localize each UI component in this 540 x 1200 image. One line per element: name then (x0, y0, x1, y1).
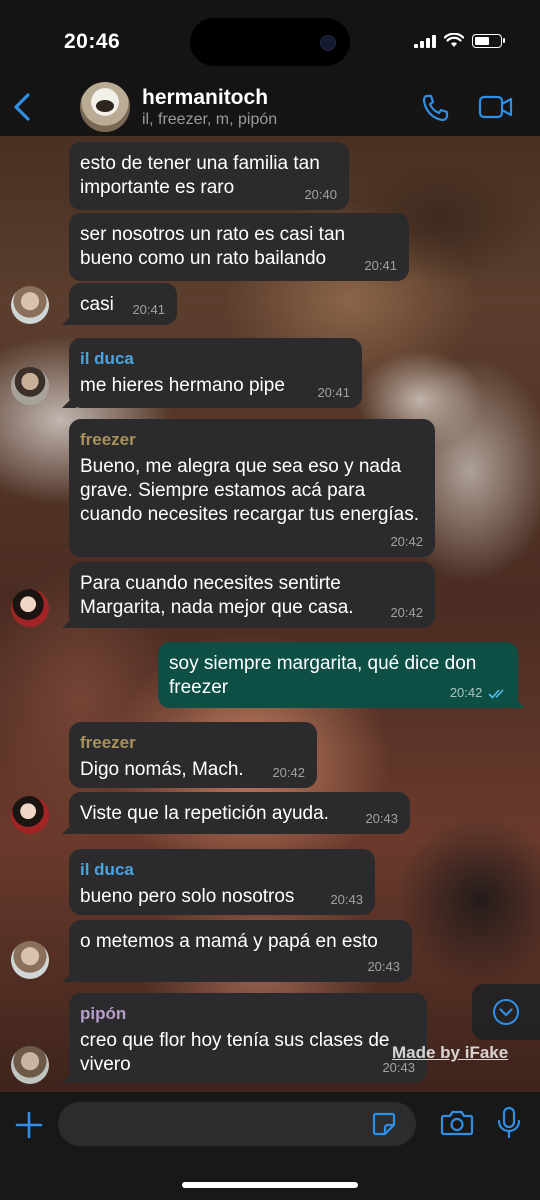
message-bubble[interactable]: il duca bueno pero solo nosotros 20:43 (69, 849, 375, 915)
message-text: Digo nomás, Mach. (80, 759, 244, 780)
status-time: 20:46 (64, 30, 121, 53)
chat-title[interactable]: hermanitoch (142, 86, 268, 110)
message-time-value: 20:42 (449, 685, 483, 700)
home-indicator (182, 1182, 358, 1188)
message-bubble[interactable]: pipón creo que flor hoy tenía sus clases… (62, 993, 427, 1083)
message-text: bueno pero solo nosotros (80, 886, 295, 907)
battery-level (475, 36, 489, 45)
status-icons (414, 33, 505, 48)
message-bubble[interactable]: freezer Digo nomás, Mach. 20:42 (69, 722, 317, 788)
wifi-icon (444, 33, 464, 47)
message-bubble[interactable]: Para cuando necesites sentirte Margarita… (62, 562, 435, 628)
message-time: 20:41 (132, 302, 165, 317)
message-text: o metemos a mamá y papá en esto (80, 931, 378, 952)
chevron-down-circle-icon (493, 999, 519, 1025)
sender-name[interactable]: freezer (80, 732, 305, 754)
microphone-icon[interactable] (496, 1106, 522, 1140)
double-check-read-icon (488, 689, 504, 699)
sender-name[interactable]: il duca (80, 348, 350, 370)
message-bubble[interactable]: Viste que la repetición ayuda. 20:43 (62, 792, 410, 834)
message-bubble[interactable]: freezer Bueno, me alegra que sea eso y n… (69, 419, 435, 557)
message-bubble[interactable]: ser nosotros un rato es casi tan bueno c… (69, 213, 409, 281)
message-time: 20:40 (304, 187, 337, 202)
outgoing-message-bubble[interactable]: soy siempre margarita, qué dice don free… (158, 642, 525, 708)
scroll-to-bottom-button[interactable] (472, 984, 540, 1040)
battery-icon (472, 33, 505, 48)
message-time: 20:41 (364, 258, 397, 273)
sender-name[interactable]: il duca (80, 859, 363, 881)
cellular-signal-icon (414, 34, 436, 48)
message-time: 20:42 (450, 686, 508, 700)
plus-icon[interactable] (14, 1110, 44, 1140)
video-camera-icon[interactable] (478, 94, 514, 120)
sender-name[interactable]: pipón (80, 1003, 415, 1025)
message-time: 20:43 (367, 959, 400, 974)
sender-avatar[interactable] (11, 367, 49, 405)
message-time: 20:43 (330, 892, 363, 907)
message-text: me hieres hermano pipe (80, 375, 285, 396)
message-text: Viste que la repetición ayuda. (80, 803, 329, 824)
sender-avatar[interactable] (11, 589, 49, 627)
dynamic-island (190, 18, 350, 66)
back-chevron-icon[interactable] (10, 92, 34, 122)
message-bubble[interactable]: casi 20:41 (62, 283, 177, 325)
message-text: Para cuando necesites sentirte Margarita… (80, 573, 354, 618)
watermark-text: Made by iFake (392, 1043, 509, 1062)
sender-avatar[interactable] (11, 286, 49, 324)
message-input[interactable] (58, 1102, 416, 1146)
camera-dot-icon (320, 35, 336, 51)
message-bubble[interactable]: o metemos a mamá y papá en esto 20:43 (62, 920, 412, 982)
message-time: 20:42 (390, 605, 423, 620)
sticker-icon[interactable] (370, 1110, 398, 1138)
message-bubble[interactable]: esto de tener una familia tan importante… (69, 142, 349, 210)
message-text: creo que flor hoy tenía sus clases de vi… (80, 1030, 390, 1075)
sender-name[interactable]: freezer (80, 429, 423, 451)
message-time: 20:43 (382, 1060, 415, 1075)
message-text: ser nosotros un rato es casi tan bueno c… (80, 224, 346, 269)
camera-icon[interactable] (440, 1108, 474, 1138)
chat-participants[interactable]: il, freezer, m, pipón (142, 111, 277, 129)
sender-avatar[interactable] (11, 941, 49, 979)
sender-avatar[interactable] (11, 796, 49, 834)
message-time: 20:42 (390, 534, 423, 549)
message-time: 20:41 (317, 385, 350, 400)
sender-avatar[interactable] (11, 1046, 49, 1084)
message-time: 20:43 (365, 811, 398, 826)
message-text: Bueno, me alegra que sea eso y nada grav… (80, 456, 420, 525)
message-time: 20:42 (272, 765, 305, 780)
message-bubble[interactable]: il duca me hieres hermano pipe 20:41 (62, 338, 362, 408)
message-text: esto de tener una familia tan importante… (80, 153, 320, 198)
phone-icon[interactable] (420, 92, 452, 124)
group-avatar[interactable] (80, 82, 130, 132)
